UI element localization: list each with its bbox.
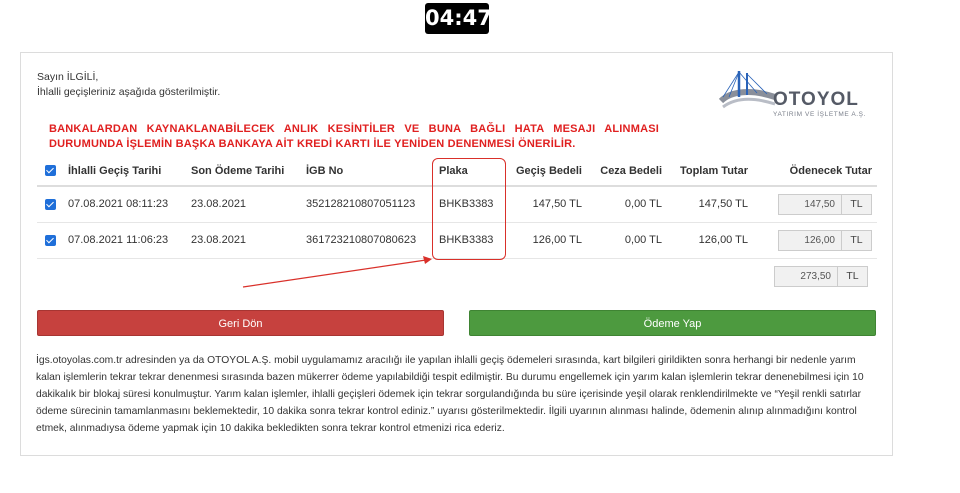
cell-date: 07.08.2021 11:06:23: [63, 222, 186, 259]
bank-warning: BANKALARDAN KAYNAKLANABİLECEK ANLIK KESİ…: [49, 122, 659, 152]
row-checkbox-cell[interactable]: [37, 186, 63, 223]
bridge-logo-icon: [718, 71, 776, 109]
cell-total: 126,00 TL: [667, 222, 753, 259]
logo-name: OTOYOL: [773, 89, 859, 110]
cell-last-payment: 23.08.2021: [186, 186, 301, 223]
header-payable: Ödenecek Tutar: [753, 156, 877, 187]
cell-fee: 126,00 TL: [509, 222, 587, 259]
otoyol-logo: OTOYOL YATIRIM VE İŞLETME A.Ş.: [717, 67, 879, 118]
cell-payable: 126,00 TL: [753, 222, 877, 259]
back-button[interactable]: Geri Dön: [37, 310, 444, 336]
cell-penalty: 0,00 TL: [587, 186, 667, 223]
cell-date: 07.08.2021 08:11:23: [63, 186, 186, 223]
countdown-timer: 04:47: [425, 3, 492, 34]
payable-amount-input[interactable]: 126,00: [778, 229, 842, 251]
header-penalty: Ceza Bedeli: [587, 156, 667, 187]
select-all-cell[interactable]: [37, 156, 63, 187]
grand-total: 273,50 TL: [774, 266, 868, 287]
cell-penalty: 0,00 TL: [587, 222, 667, 259]
header-igb: İGB No: [301, 156, 434, 187]
cell-fee: 147,50 TL: [509, 186, 587, 223]
row-checkbox-cell[interactable]: [37, 222, 63, 259]
grand-total-currency: TL: [838, 266, 868, 287]
payable-currency: TL: [842, 229, 872, 251]
plate-highlight-box: [432, 158, 506, 260]
header-date: İhlalli Geçiş Tarihi: [63, 156, 186, 187]
info-text: İgs.otoyolas.com.tr adresinden ya da OTO…: [36, 355, 864, 434]
cell-igb: 352128210807051123: [301, 186, 434, 223]
greeting-salutation: Sayın İLGİLİ,: [37, 71, 99, 83]
bank-warning-line-2: DURUMUNDA İŞLEMİN BAŞKA BANKAYA AİT KRED…: [49, 138, 576, 150]
pay-button[interactable]: Ödeme Yap: [469, 310, 876, 336]
annotation-arrow-icon: [242, 256, 432, 288]
header-total: Toplam Tutar: [667, 156, 753, 187]
select-all-checkbox[interactable]: [44, 165, 56, 177]
greeting: Sayın İLGİLİ, İhlalli geçişleriniz aşağı…: [37, 70, 220, 100]
bank-warning-line-1: BANKALARDAN KAYNAKLANABİLECEK ANLIK KESİ…: [49, 123, 659, 135]
payable-amount-field[interactable]: 126,00 TL: [778, 229, 872, 251]
payable-currency: TL: [842, 193, 872, 215]
logo-subtitle: YATIRIM VE İŞLETME A.Ş.: [773, 111, 867, 118]
payable-amount-field[interactable]: 147,50 TL: [778, 193, 872, 215]
row-checkbox[interactable]: [44, 198, 56, 210]
grand-total-value: 273,50: [774, 266, 838, 287]
greeting-intro: İhlalli geçişleriniz aşağıda gösterilmiş…: [37, 86, 221, 98]
cell-total: 147,50 TL: [667, 186, 753, 223]
row-checkbox[interactable]: [44, 234, 56, 246]
payable-amount-input[interactable]: 147,50: [778, 193, 842, 215]
header-fee: Geçiş Bedeli: [509, 156, 587, 187]
grand-total-field: 273,50 TL: [774, 266, 868, 287]
header-last-payment: Son Ödeme Tarihi: [186, 156, 301, 187]
cell-payable: 147,50 TL: [753, 186, 877, 223]
